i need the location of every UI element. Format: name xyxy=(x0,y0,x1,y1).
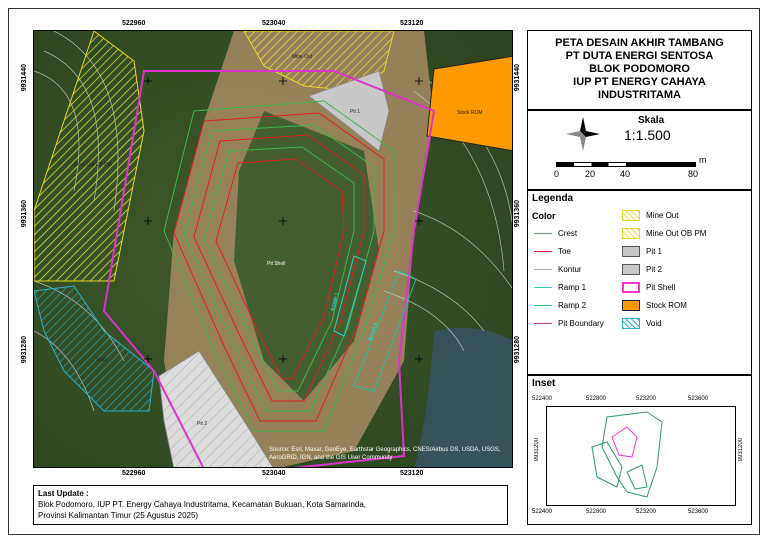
north-arrow-icon xyxy=(566,117,600,151)
pit2-swatch-icon xyxy=(622,264,640,275)
legend-item-ramp1: Ramp 1 xyxy=(534,283,586,292)
scale-tick: 40 xyxy=(620,169,631,179)
inset-top-tick: 523200 xyxy=(636,396,657,402)
inset-heading: Inset xyxy=(532,378,556,389)
inset-top-tick: 522400 xyxy=(532,396,553,402)
bottom-tick: 522960 xyxy=(122,470,146,477)
label-pit-shell: Pit Shell xyxy=(267,261,286,267)
legend-label: Mine Out OB PM xyxy=(646,229,707,238)
title-line: IUP PT ENERGY CAHAYA xyxy=(573,76,706,88)
inset-right-tick: 9931200 xyxy=(738,438,744,462)
label-pit2: Pit 2 xyxy=(197,421,208,427)
inset-map[interactable] xyxy=(546,406,736,506)
legend-label: Toe xyxy=(558,247,571,256)
legend-color-heading: Color xyxy=(532,211,556,221)
ramp1-line-icon xyxy=(534,287,552,288)
inset-left-tick: 9931200 xyxy=(534,438,540,462)
inset-top-tick: 523600 xyxy=(688,396,709,402)
inset-top-tick: 522800 xyxy=(586,396,607,402)
legend-heading: Legenda xyxy=(532,193,574,204)
legend-item-pit1: Pit 1 xyxy=(622,246,662,257)
right-tick: 9931360 xyxy=(514,200,521,228)
top-tick: 523120 xyxy=(400,20,424,27)
legend-item-crest: Crest xyxy=(534,229,577,238)
bottom-tick: 523040 xyxy=(262,470,286,477)
label-pit1: Pit 1 xyxy=(350,109,361,115)
legend-item-pit-boundary: Pit Boundary xyxy=(534,319,604,328)
title-line: PETA DESAIN AKHIR TAMBANG xyxy=(555,37,724,49)
pit-shell-swatch-icon xyxy=(622,282,640,293)
legend-label: Mine Out xyxy=(646,211,679,220)
title-line: INDUSTRITAMA xyxy=(598,89,681,101)
main-map[interactable]: Mine Out Pit 1 Stock ROM Mine Out OB PM … xyxy=(33,30,513,468)
legend-label: Pit Boundary xyxy=(558,319,604,328)
legend-item-void: Void xyxy=(622,318,662,329)
toe-line-icon xyxy=(534,251,552,252)
legend-label: Ramp 2 xyxy=(558,301,587,310)
top-tick: 523040 xyxy=(262,20,286,27)
label-void: Void xyxy=(96,357,106,363)
inset-bottom-tick: 522400 xyxy=(532,509,553,515)
inset-bottom-tick: 522800 xyxy=(586,509,607,515)
scale-tick: 0 xyxy=(554,169,560,179)
mine-out-ob-swatch-icon xyxy=(622,228,640,239)
mine-out-swatch-icon xyxy=(622,210,640,221)
map-canvas xyxy=(34,31,512,467)
left-tick: 9931440 xyxy=(21,64,28,92)
stock-rom-swatch-icon xyxy=(622,300,640,311)
legend-item-pit2: Pit 2 xyxy=(622,264,662,275)
legend-item-kontur: Kontur xyxy=(534,265,582,274)
legend-label: Pit Shell xyxy=(646,283,676,292)
label-mine-out: Mine Out xyxy=(292,54,313,60)
title-line: PT DUTA ENERGI SENTOSA xyxy=(565,50,714,62)
right-tick: 9931280 xyxy=(514,336,521,364)
legend-item-ramp2: Ramp 2 xyxy=(534,301,586,310)
top-tick: 522960 xyxy=(122,20,146,27)
label-mine-out-ob: Mine Out OB PM xyxy=(74,162,112,168)
title-line: BLOK PODOMORO xyxy=(589,63,690,75)
last-update-line: Blok Podomoro, IUP PT. Energy Cahaya Ind… xyxy=(38,500,367,509)
legend-label: Ramp 1 xyxy=(558,283,587,292)
pit1-swatch-icon xyxy=(622,246,640,257)
label-stock-rom: Stock ROM xyxy=(457,110,483,116)
left-tick: 9931360 xyxy=(21,200,28,228)
legend-label: Crest xyxy=(558,229,578,238)
inset-bottom-tick: 523600 xyxy=(688,509,709,515)
legend-item-stock-rom: Stock ROM xyxy=(622,300,687,311)
kontur-line-icon xyxy=(534,269,552,270)
legend-label: Pit 1 xyxy=(646,247,663,256)
legend-item-pit-shell: Pit Shell xyxy=(622,282,675,293)
last-update-line: Provinsi Kalimantan Timur (25 Agustus 20… xyxy=(38,511,199,520)
scale-bar xyxy=(556,162,696,167)
last-update-panel: Last Update : Blok Podomoro, IUP PT. Ene… xyxy=(33,485,508,525)
legend-label: Pit 2 xyxy=(646,265,663,274)
scale-unit: m xyxy=(699,155,707,165)
scale-heading: Skala xyxy=(638,115,665,126)
pit-boundary-line-icon xyxy=(534,323,552,324)
inset-bottom-tick: 523200 xyxy=(636,509,657,515)
title-panel: PETA DESAIN AKHIR TAMBANG PT DUTA ENERGI… xyxy=(527,30,752,110)
inset-panel: Inset 522400 522800 523200 523600 522400… xyxy=(527,375,752,525)
scale-panel: Skala 1:1.500 m 0 20 40 80 xyxy=(527,110,752,190)
legend-label: Stock ROM xyxy=(646,301,687,310)
inset-canvas xyxy=(591,411,663,498)
scale-tick: 80 xyxy=(688,169,699,179)
left-tick: 9931280 xyxy=(21,336,28,364)
legend-item-mine-out: Mine Out xyxy=(622,210,678,221)
legend-item-toe: Toe xyxy=(534,247,571,256)
attribution: Source: Esri, Maxar, GeoEye, Earthstar G… xyxy=(269,447,501,461)
scale-tick: 20 xyxy=(585,169,596,179)
last-update-heading: Last Update : xyxy=(38,489,89,498)
crest-line-icon xyxy=(534,233,552,234)
legend-label: Kontur xyxy=(558,265,582,274)
right-tick: 9931440 xyxy=(514,64,521,92)
legend-item-mine-out-ob: Mine Out OB PM xyxy=(622,228,706,239)
void-swatch-icon xyxy=(622,318,640,329)
legend-panel: Legenda Color Crest Toe Kontur Ramp 1 Ra… xyxy=(527,190,752,375)
scale-ratio: 1:1.500 xyxy=(624,127,671,143)
legend-label: Void xyxy=(646,319,662,328)
ramp2-line-icon xyxy=(534,305,552,306)
bottom-tick: 523120 xyxy=(400,470,424,477)
